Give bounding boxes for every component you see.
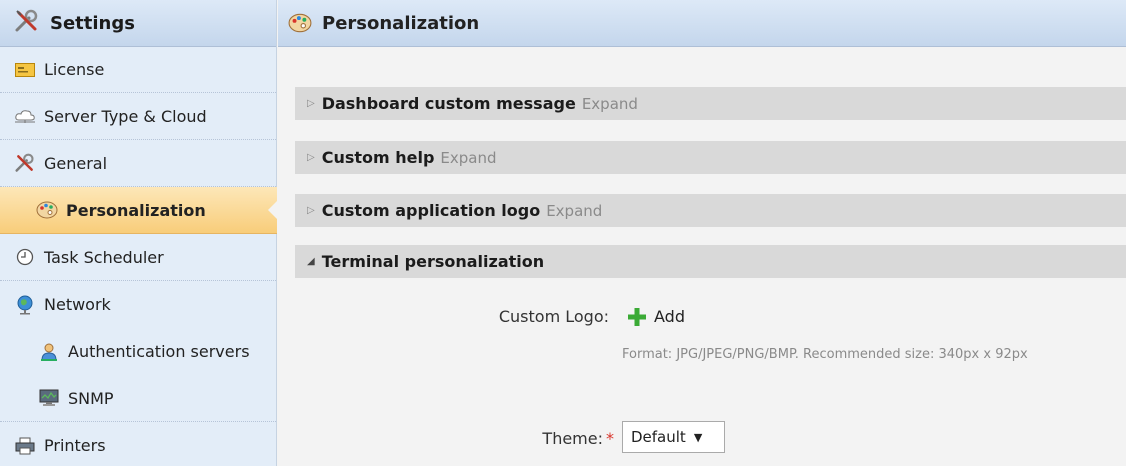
printer-icon [14, 436, 36, 456]
globe-icon [14, 295, 36, 315]
sidebar-item-authentication-servers[interactable]: Authentication servers [0, 328, 276, 375]
theme-label: Theme: * [518, 429, 614, 448]
sidebar-item-snmp[interactable]: SNMP [0, 375, 276, 422]
add-label: Add [654, 307, 685, 326]
section-title: Dashboard custom message [321, 94, 576, 113]
sidebar-item-label: Network [44, 295, 111, 314]
sidebar-item-license[interactable]: License [0, 47, 276, 93]
expand-triangle-icon: ▷ [307, 152, 315, 163]
section-title: Terminal personalization [321, 252, 545, 271]
sidebar-item-label: License [44, 60, 105, 79]
tools-icon [14, 9, 40, 38]
expand-link[interactable]: Expand [546, 202, 602, 220]
tools-icon [14, 153, 36, 173]
sidebar-header: Settings [0, 0, 276, 47]
custom-logo-label: Custom Logo: [498, 307, 609, 326]
section-dashboard-custom-message[interactable]: ▷ Dashboard custom message Expand [295, 87, 1126, 120]
expand-triangle-icon: ▷ [307, 98, 315, 109]
page-title: Personalization [322, 12, 480, 34]
section-title: Custom application logo [321, 201, 541, 220]
sidebar-item-label: Server Type & Cloud [44, 106, 207, 126]
sidebar-item-label: Authentication servers [68, 342, 250, 361]
expand-link[interactable]: Expand [582, 95, 638, 113]
main-panel: Personalization ▷ Dashboard custom messa… [278, 0, 1126, 466]
sidebar-item-printers[interactable]: Printers [0, 422, 276, 466]
sidebar-item-label: General [44, 153, 108, 173]
expand-link[interactable]: Expand [440, 149, 496, 167]
sidebar-item-server-type-cloud[interactable]: Server Type & Cloud [0, 93, 276, 140]
clock-icon [14, 247, 36, 267]
app-window: Settings License Server Type & Cloud Gen… [0, 0, 1126, 466]
settings-sidebar: Settings License Server Type & Cloud Gen… [0, 0, 277, 466]
theme-selected-value: Default [631, 428, 686, 446]
user-icon [38, 342, 60, 362]
add-logo-button[interactable]: Add [628, 307, 685, 326]
license-icon [14, 60, 36, 80]
sidebar-item-label: SNMP [68, 388, 114, 408]
collapse-triangle-icon: ◢ [307, 256, 315, 267]
sidebar-item-task-scheduler[interactable]: Task Scheduler [0, 234, 276, 281]
main-header: Personalization [278, 0, 1126, 47]
theme-select[interactable]: Default ▼ [622, 421, 725, 453]
cloud-icon [14, 106, 36, 126]
section-custom-application-logo[interactable]: ▷ Custom application logo Expand [295, 194, 1126, 227]
plus-icon [628, 307, 646, 326]
sidebar-item-network[interactable]: Network [0, 281, 276, 328]
sidebar-item-label: Personalization [66, 200, 206, 220]
palette-icon [36, 200, 58, 220]
section-terminal-personalization[interactable]: ◢ Terminal personalization [295, 245, 1126, 278]
dropdown-caret-icon: ▼ [693, 430, 703, 444]
sidebar-item-label: Printers [44, 436, 106, 455]
palette-icon [288, 13, 312, 33]
theme-label-text: Theme: [542, 429, 603, 448]
selected-indicator [268, 201, 277, 219]
sidebar-item-general[interactable]: General [0, 140, 276, 187]
sidebar-item-label: Task Scheduler [44, 247, 164, 267]
section-custom-help[interactable]: ▷ Custom help Expand [295, 141, 1126, 174]
required-mark: * [606, 429, 614, 448]
sidebar-title: Settings [50, 12, 135, 34]
sidebar-item-personalization[interactable]: Personalization [0, 187, 277, 234]
section-title: Custom help [321, 148, 435, 167]
format-hint: Format: JPG/JPEG/PNG/BMP. Recommended si… [622, 347, 1028, 362]
monitor-icon [38, 388, 60, 408]
expand-triangle-icon: ▷ [307, 205, 315, 216]
